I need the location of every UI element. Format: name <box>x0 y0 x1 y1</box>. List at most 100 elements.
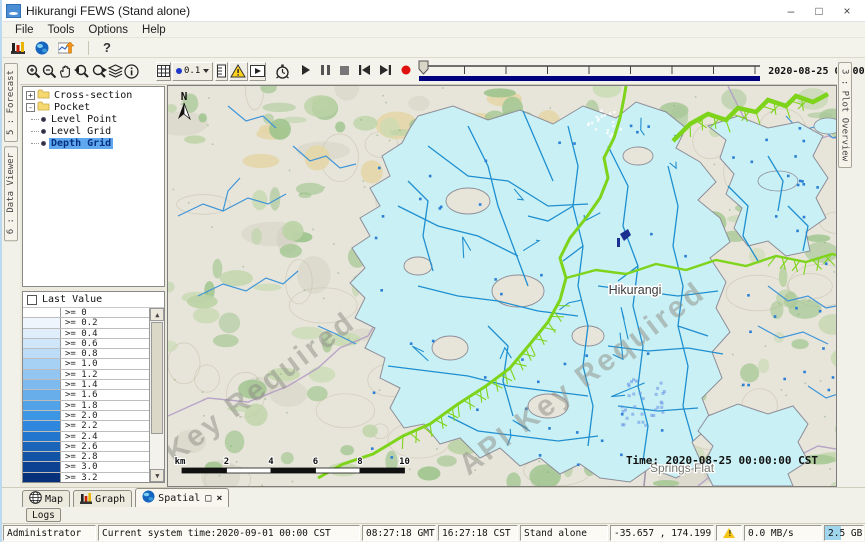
deep-water-cell <box>621 405 624 408</box>
deep-water-cell <box>661 406 664 409</box>
tree-item-pocket[interactable]: - Pocket <box>23 101 164 113</box>
logs-tab[interactable]: Logs <box>26 508 61 522</box>
scroll-down-icon[interactable]: ▼ <box>150 469 164 482</box>
gauge-dot <box>500 293 503 296</box>
menu-options[interactable]: Options <box>81 24 135 36</box>
tab-graph[interactable]: Graph <box>73 490 132 507</box>
tab-maximize-icon[interactable]: □ <box>205 493 211 504</box>
status-mode: Stand alone <box>520 525 608 541</box>
folder-icon <box>37 100 52 114</box>
tab-spatial[interactable]: Spatial□× <box>135 488 229 507</box>
tree-item-label[interactable]: Depth Grid <box>49 138 113 149</box>
map-canvas[interactable]: API Key RequiredAPI Key Required N Hikur… <box>167 85 837 487</box>
filters-panel: + Cross-section - PocketLevel PointLevel Gr… <box>20 85 167 487</box>
panel-tab-forecast[interactable]: 5 : Forecast <box>4 63 18 142</box>
tree-guide-line <box>31 131 39 132</box>
maximize-button[interactable]: □ <box>805 1 833 21</box>
time-slider[interactable] <box>417 60 762 82</box>
scrollbar-thumb[interactable] <box>151 322 163 434</box>
vegetation-patch <box>341 445 355 455</box>
menu-tools[interactable]: Tools <box>41 24 82 36</box>
tree-item-label[interactable]: Cross-section <box>52 90 134 101</box>
tree-item-label[interactable]: Pocket <box>52 102 92 113</box>
info-icon[interactable] <box>124 62 139 81</box>
record-button[interactable] <box>401 62 411 80</box>
hill-shade <box>409 96 430 111</box>
gauge-dot <box>784 378 787 381</box>
zoom-previous-icon[interactable] <box>74 62 90 81</box>
zoom-next-icon[interactable] <box>91 62 107 81</box>
panel-tab-plot-overview[interactable]: 3 : Plot Overview <box>838 62 852 168</box>
help-button[interactable]: ? <box>97 40 117 56</box>
close-button[interactable]: × <box>833 1 861 21</box>
window-title: Hikurangi FEWS (Stand alone) <box>26 4 190 18</box>
pond <box>758 171 798 191</box>
vegetation-patch <box>836 322 837 343</box>
shallow-cell <box>620 128 622 130</box>
legend-scrollbar[interactable]: ▲ ▼ <box>150 308 164 482</box>
vegetation-speckle <box>181 103 183 105</box>
globe-icon[interactable] <box>32 40 52 56</box>
legend-row: >= 1.0 <box>23 359 149 369</box>
legend-row: >= 1.8 <box>23 401 149 411</box>
contour-interval-dropdown[interactable]: 0.1 <box>172 62 213 81</box>
last-value-checkbox[interactable] <box>27 295 37 305</box>
gauge-dot <box>479 203 482 206</box>
scroll-up-icon[interactable]: ▲ <box>150 308 164 321</box>
vegetation-speckle <box>830 468 832 470</box>
tree-item-label[interactable]: Level Point <box>49 114 119 125</box>
gauge-dot <box>774 315 777 318</box>
tree-item-level-point[interactable]: Level Point <box>23 113 164 125</box>
timeline-thumb[interactable] <box>419 61 428 74</box>
status-warning-cell[interactable] <box>716 525 742 541</box>
soil-patch <box>305 145 330 170</box>
tree-item-depth-grid[interactable]: Depth Grid <box>23 137 164 149</box>
warning-thresholds-dropdown[interactable] <box>229 62 248 81</box>
vegetation-speckle <box>824 416 826 418</box>
play-button[interactable] <box>301 62 311 80</box>
shallow-cell <box>595 128 597 130</box>
timeseries-icon[interactable] <box>56 40 76 56</box>
shallow-cell <box>613 111 615 113</box>
tab-close-icon[interactable]: × <box>216 493 222 504</box>
island <box>404 257 432 275</box>
tree-item-level-grid[interactable]: Level Grid <box>23 125 164 137</box>
menu-file[interactable]: File <box>8 24 41 36</box>
stop-button[interactable] <box>340 62 349 80</box>
gauge-dot <box>750 331 753 334</box>
vegetation-patch <box>363 425 379 438</box>
tree-item-label[interactable]: Level Grid <box>49 126 113 137</box>
tree-expander-icon[interactable]: - <box>26 103 35 112</box>
vegetation-speckle <box>202 391 204 393</box>
zoom-in-icon[interactable] <box>26 62 41 81</box>
menu-help[interactable]: Help <box>135 24 173 36</box>
timer-icon[interactable] <box>275 62 290 81</box>
scale-tick-label: 6 <box>313 457 318 467</box>
layers-icon[interactable] <box>108 62 123 81</box>
gauge-dot <box>733 156 736 159</box>
legend-color-swatch <box>23 370 61 379</box>
tree-expander-icon[interactable]: + <box>26 91 35 100</box>
panel-tab-data-viewer[interactable]: 6 : Data Viewer <box>4 146 18 241</box>
pause-button[interactable] <box>321 62 330 80</box>
explorer-icon[interactable] <box>8 40 28 56</box>
animation-player-icon[interactable] <box>249 62 266 81</box>
gauge-dot <box>647 352 650 355</box>
minimize-button[interactable]: – <box>777 1 805 21</box>
gauge-dot <box>521 358 524 361</box>
gauge-dot <box>803 183 806 186</box>
legend-color-swatch <box>23 329 61 338</box>
deep-water-cell <box>656 387 659 390</box>
status-coordinates: -35.657 , 174.199 <box>610 525 714 541</box>
gauge-dot <box>621 413 624 416</box>
skip-end-button[interactable] <box>380 62 391 80</box>
legend-row: >= 2.2 <box>23 421 149 431</box>
ruler-icon[interactable] <box>215 62 228 81</box>
legend-threshold-label: >= 3.0 <box>61 462 98 471</box>
pan-hand-icon[interactable] <box>58 62 73 81</box>
tab-map[interactable]: Map <box>22 490 70 507</box>
skip-start-button[interactable] <box>359 62 370 80</box>
shallow-cell <box>591 122 593 124</box>
zoom-out-icon[interactable] <box>42 62 57 81</box>
grid-icon[interactable] <box>156 62 171 81</box>
